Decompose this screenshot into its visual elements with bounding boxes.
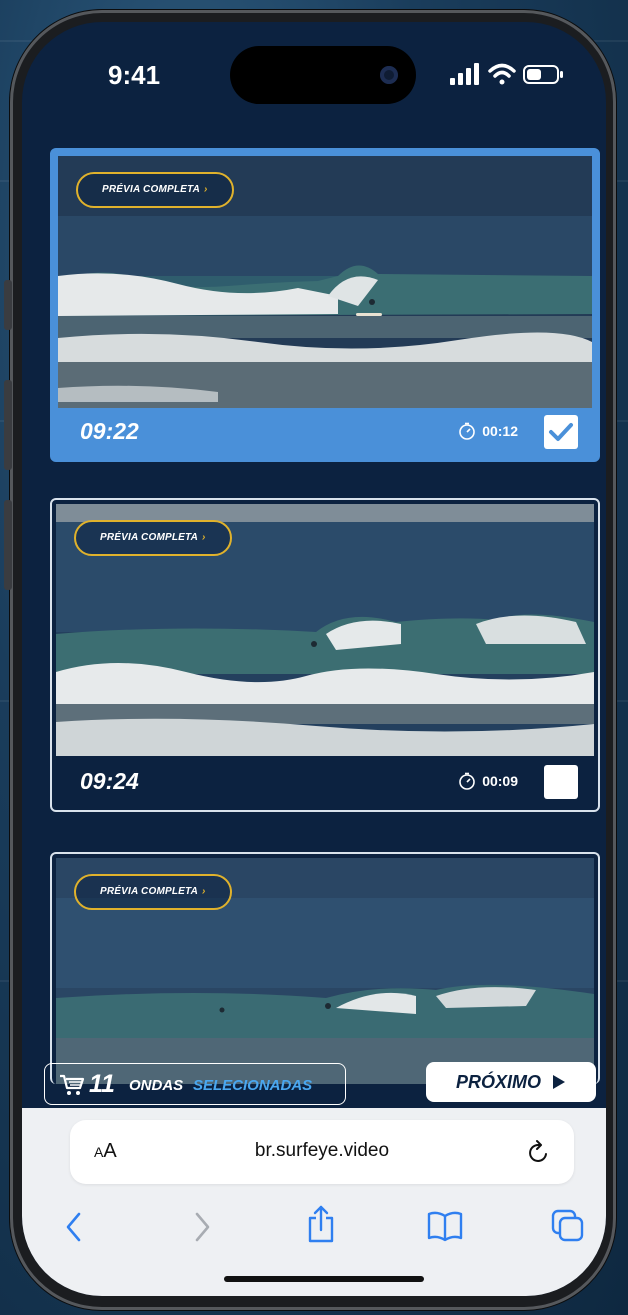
- checkmark-icon: [549, 423, 573, 441]
- cart-count: 11: [89, 1070, 115, 1098]
- full-preview-button[interactable]: PRÉVIA COMPLETA ›: [74, 874, 232, 910]
- battery-icon: [523, 65, 563, 84]
- wave-duration: 00:12: [458, 422, 518, 440]
- next-label: PRÓXIMO: [455, 1072, 541, 1092]
- play-triangle-icon: [553, 1075, 566, 1089]
- tabs-icon[interactable]: [550, 1208, 586, 1244]
- stopwatch-icon: [459, 422, 475, 440]
- dynamic-island: [230, 46, 416, 104]
- wave-duration: 00:09: [458, 772, 518, 790]
- status-icons: [450, 63, 563, 85]
- selected-waves-cart[interactable]: 11 ONDAS SELECIONADAS: [44, 1063, 346, 1105]
- chevron-right-icon[interactable]: [190, 1210, 214, 1244]
- volume-down-button: [4, 500, 12, 590]
- card-footer: 09:22 00:12: [52, 406, 598, 460]
- full-preview-button[interactable]: PRÉVIA COMPLETA ›: [76, 172, 234, 208]
- cart-label-selected: SELECIONADAS: [193, 1077, 313, 1094]
- stopwatch-icon: [459, 772, 475, 790]
- wave-card-2[interactable]: PRÉVIA COMPLETA › 09:24 00:09: [50, 498, 600, 812]
- share-icon[interactable]: [306, 1204, 336, 1244]
- select-checkbox-2[interactable]: [544, 765, 578, 799]
- select-checkbox-1[interactable]: [544, 415, 578, 449]
- home-indicator: [224, 1276, 424, 1282]
- next-button[interactable]: PRÓXIMO: [426, 1062, 596, 1102]
- camera-icon: [380, 66, 398, 84]
- browser-toolbar: [22, 1204, 606, 1254]
- url-text: br.surfeye.video: [254, 1140, 390, 1161]
- chevron-right-icon: ›: [202, 886, 206, 897]
- wave-card-1[interactable]: PRÉVIA COMPLETA › 09:22 00:12: [50, 148, 600, 462]
- wave-card-3[interactable]: PRÉVIA COMPLETA ›: [50, 852, 600, 1084]
- preview-label: PRÉVIA COMPLETA: [100, 886, 199, 897]
- reload-icon[interactable]: [526, 1138, 552, 1166]
- wave-thumbnail-2[interactable]: PRÉVIA COMPLETA ›: [56, 504, 594, 756]
- duration-value: 00:09: [482, 773, 518, 789]
- chevron-left-icon[interactable]: [62, 1210, 86, 1244]
- selection-bar: 11 ONDAS SELECIONADAS PRÓXIMO: [22, 1060, 606, 1108]
- action-button: [4, 280, 12, 330]
- card-footer: 09:24 00:09: [52, 756, 598, 810]
- chevron-right-icon: ›: [202, 532, 206, 543]
- full-preview-button[interactable]: PRÉVIA COMPLETA ›: [74, 520, 232, 556]
- wifi-icon: [488, 63, 516, 85]
- browser-chrome: AA br.surfeye.video: [22, 1108, 606, 1296]
- cart-label-waves: ONDAS: [129, 1077, 184, 1094]
- status-bar: 9:41: [22, 22, 606, 132]
- preview-label: PRÉVIA COMPLETA: [102, 184, 201, 195]
- preview-label: PRÉVIA COMPLETA: [100, 532, 199, 543]
- phone-screen: 9:41 PRÉVIA COMPLETA › 09:22 00:12 PRÉVI…: [22, 22, 606, 1296]
- book-icon[interactable]: [426, 1210, 464, 1242]
- address-bar[interactable]: AA br.surfeye.video: [70, 1120, 574, 1184]
- cart-icon: [60, 1074, 85, 1095]
- wave-time: 09:24: [80, 768, 139, 794]
- signal-icon: [450, 63, 479, 85]
- chevron-right-icon: ›: [204, 184, 208, 195]
- wave-thumbnail-3[interactable]: PRÉVIA COMPLETA ›: [56, 858, 594, 1084]
- duration-value: 00:12: [482, 423, 518, 439]
- volume-up-button: [4, 380, 12, 470]
- wave-thumbnail-1[interactable]: PRÉVIA COMPLETA ›: [58, 156, 592, 408]
- wave-time: 09:22: [80, 418, 139, 444]
- status-time: 9:41: [108, 60, 161, 90]
